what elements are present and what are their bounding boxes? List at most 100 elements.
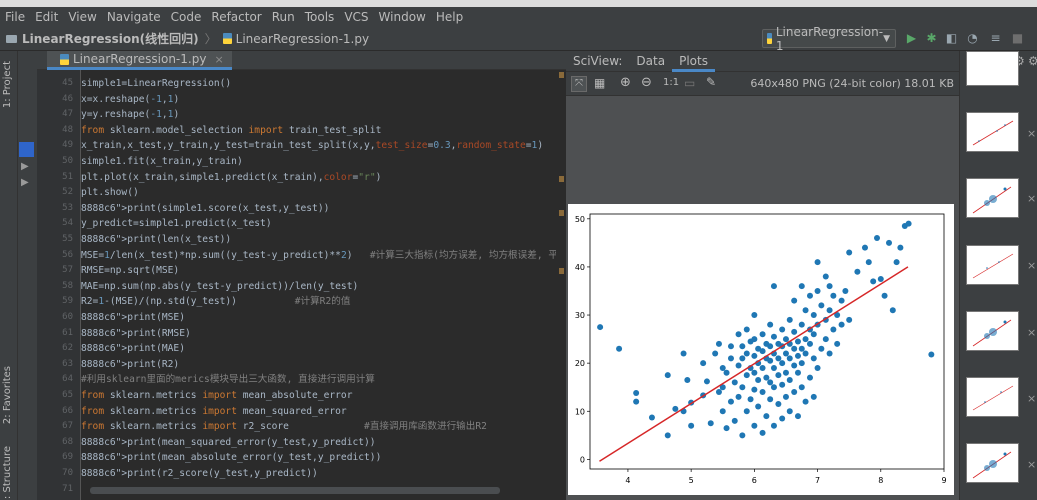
line-number: 45 <box>62 78 73 88</box>
color-picker-icon[interactable]: ✎ <box>706 75 716 89</box>
plot-thumbnail[interactable] <box>966 112 1019 152</box>
partial-code-line <box>81 70 556 74</box>
data-point <box>826 350 833 357</box>
line-number: 53 <box>62 202 73 213</box>
line-number: 51 <box>62 171 73 182</box>
data-point <box>767 357 774 364</box>
plot-thumbnail[interactable] <box>966 51 1019 86</box>
plot-thumbnail[interactable] <box>966 443 1019 483</box>
data-point <box>759 429 766 436</box>
line-number: 69 <box>62 452 73 463</box>
data-point <box>767 379 774 386</box>
data-point <box>759 348 766 355</box>
data-point <box>597 324 604 331</box>
line-number: 48 <box>62 124 73 135</box>
concurrency-icon[interactable]: ≡ <box>989 32 1002 45</box>
data-point <box>838 297 845 304</box>
line-number: 61 <box>62 327 73 338</box>
data-point <box>798 384 805 391</box>
expand-arrow-icon[interactable]: ▶ <box>21 161 29 172</box>
close-icon[interactable]: × <box>1027 192 1036 205</box>
editor-vertical-scrollbar[interactable] <box>556 70 566 500</box>
breadcrumb-project[interactable]: LinearRegression(线性回归) <box>0 30 205 47</box>
plot-canvas: 4 5 6 7 8 9 0 10 20 30 40 50 <box>566 96 959 500</box>
breadcrumb-file[interactable]: LinearRegression-1.py <box>217 32 375 46</box>
structure-tool-tab[interactable]: 7: Structure <box>2 446 13 500</box>
editor-horizontal-scrollbar[interactable] <box>90 487 500 494</box>
data-point <box>739 343 746 350</box>
tab-plots[interactable]: Plots <box>672 51 715 72</box>
data-point <box>826 283 833 290</box>
settings-icon[interactable]: ⚙ <box>1028 54 1037 68</box>
favorites-tool-tab[interactable]: 2: Favorites <box>2 366 13 424</box>
tab-data[interactable]: Data <box>629 54 672 68</box>
menu-view[interactable]: View <box>63 10 101 24</box>
background-icon[interactable]: ▭ <box>684 76 695 90</box>
line-number: 67 <box>62 421 73 432</box>
line-number: 57 <box>62 265 73 276</box>
close-icon[interactable]: × <box>1027 458 1036 471</box>
zoom-in-icon[interactable]: ⊕ <box>620 75 631 90</box>
data-point <box>782 369 789 376</box>
code-line: from sklearn.metrics import mean_absolut… <box>81 390 353 401</box>
code-editor[interactable]: simple1=LinearRegression() x=x.reshape(-1… <box>81 70 556 500</box>
data-point <box>700 360 707 367</box>
menu-vcs[interactable]: VCS <box>339 10 373 24</box>
menu-help[interactable]: Help <box>431 10 468 24</box>
plot-thumbnail[interactable] <box>966 178 1019 218</box>
close-icon[interactable]: × <box>214 53 223 66</box>
expand-arrow-icon[interactable]: ▶ <box>21 177 29 188</box>
close-icon[interactable]: × <box>1027 127 1036 140</box>
menu-tools[interactable]: Tools <box>300 10 340 24</box>
data-point <box>743 326 750 333</box>
run-icon[interactable]: ▶ <box>905 32 918 45</box>
zoom-out-icon[interactable]: ⊖ <box>641 75 652 90</box>
stop-icon[interactable]: ■ <box>1011 32 1024 45</box>
warning-marker <box>559 210 564 216</box>
run-config-select[interactable]: LinearRegression-1 ▼ <box>762 25 896 53</box>
plot-thumbnail[interactable] <box>966 377 1019 417</box>
data-point <box>881 292 888 299</box>
menu-edit[interactable]: Edit <box>30 10 63 24</box>
data-point <box>794 413 801 420</box>
menu-window[interactable]: Window <box>374 10 431 24</box>
profile-icon[interactable]: ◔ <box>966 32 979 45</box>
fit-icon[interactable]: ⤧ <box>571 76 587 92</box>
plot-thumbnail[interactable] <box>966 245 1019 285</box>
plot-thumbnails: ⚙ ⚙ × × × × × × <box>959 51 1037 500</box>
close-icon[interactable]: × <box>1027 259 1036 272</box>
menu-file[interactable]: File <box>0 10 30 24</box>
data-point <box>751 336 758 343</box>
project-tool-tab[interactable]: 1: Project <box>2 61 13 108</box>
code-line: 8888c6">print(simple1.score(x_test,y_tes… <box>81 202 330 214</box>
data-point <box>719 408 726 415</box>
code-line: from sklearn.metrics import r2_score #直接… <box>81 421 487 433</box>
code-line: MAE=np.sum(np.abs(y_test-y_predict))/len… <box>81 280 359 292</box>
actual-size-button[interactable]: 1:1 <box>663 77 679 88</box>
breadcrumb-separator: 〉 <box>204 32 217 46</box>
plot-thumbnail[interactable] <box>966 311 1019 351</box>
coverage-icon[interactable]: ◧ <box>945 32 958 45</box>
folder-icon <box>6 34 17 43</box>
close-icon[interactable]: × <box>1027 392 1036 405</box>
menu-code[interactable]: Code <box>166 10 207 24</box>
data-point <box>739 432 746 439</box>
data-point <box>672 405 679 412</box>
data-point <box>739 384 746 391</box>
python-file-icon <box>767 33 772 44</box>
data-point <box>767 396 774 403</box>
data-point <box>818 302 825 309</box>
menu-navigate[interactable]: Navigate <box>102 10 166 24</box>
close-icon[interactable]: × <box>1027 326 1036 339</box>
code-line: from sklearn.metrics import mean_squared… <box>81 405 347 417</box>
data-point <box>779 415 786 422</box>
debug-icon[interactable]: ✱ <box>925 32 938 45</box>
editor-tab[interactable]: LinearRegression-1.py × <box>47 51 232 70</box>
data-point <box>798 345 805 352</box>
code-line: y_predict=simple1.predict(x_test) <box>81 218 272 230</box>
menu-run[interactable]: Run <box>267 10 300 24</box>
data-point <box>735 362 742 369</box>
menu-refactor[interactable]: Refactor <box>206 10 266 24</box>
data-point <box>806 292 813 299</box>
grid-icon[interactable]: ▦ <box>594 76 605 90</box>
